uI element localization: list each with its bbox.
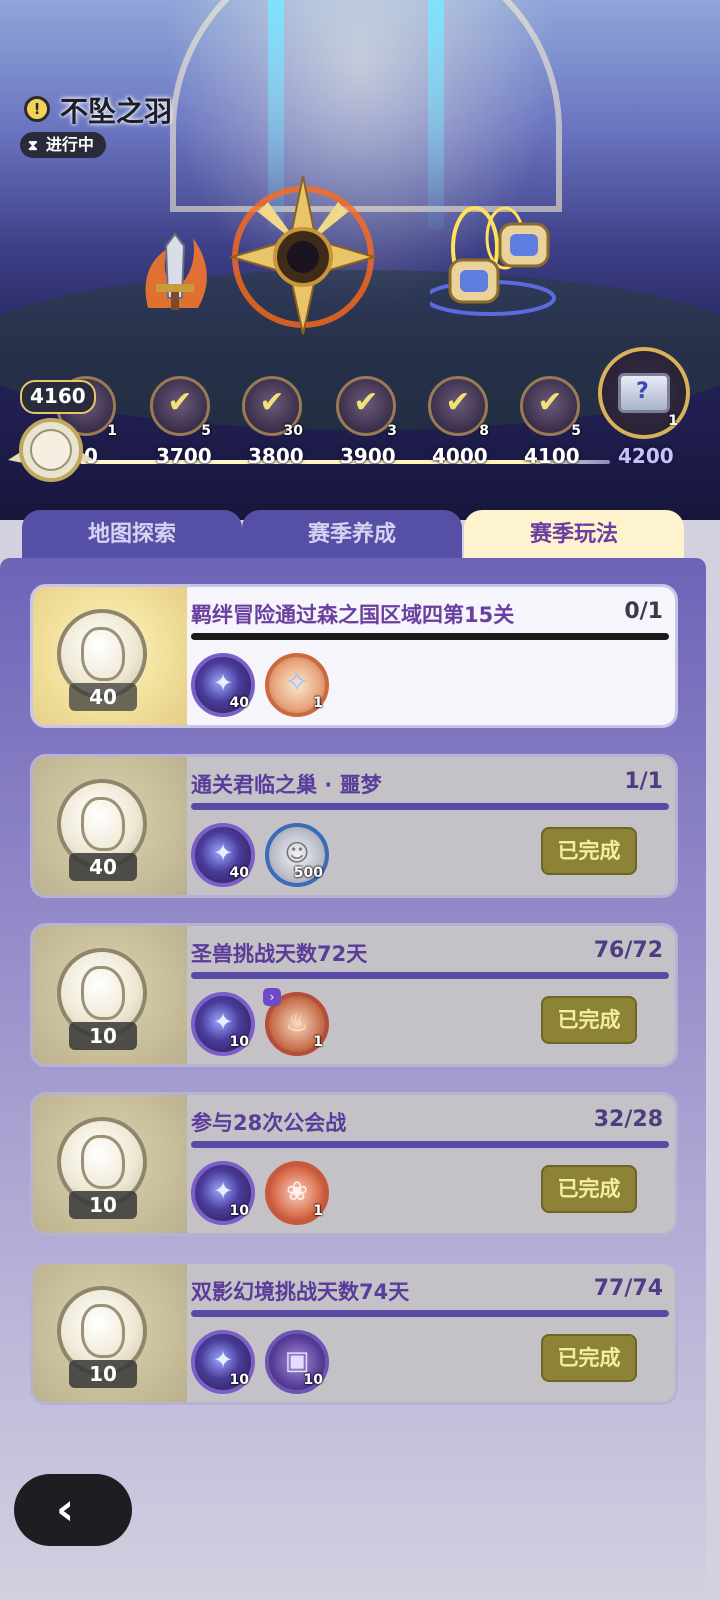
- task-title: 双影幻境挑战天数74天: [191, 1280, 410, 1304]
- reward-area: 10: [33, 926, 187, 1064]
- task-progress-bar: [191, 803, 669, 810]
- task-progress-bar: [191, 633, 669, 640]
- task-progress-bar: [191, 1310, 669, 1317]
- orb-item-icon[interactable]: ✦ 10: [191, 1330, 255, 1394]
- checkmark-icon: ✔: [167, 385, 193, 420]
- reward-node[interactable]: ✔ 5: [520, 376, 581, 439]
- points-label: 4000: [432, 444, 488, 468]
- current-points-badge: 4160: [20, 380, 96, 414]
- task-card[interactable]: 10 双影幻境挑战天数74天 77/74 ✦ 10 ▣ 10 已完成: [30, 1261, 678, 1405]
- task-progress-bar: [191, 1141, 669, 1148]
- exclamation-icon[interactable]: !: [24, 96, 50, 122]
- reward-count: 5: [201, 423, 211, 439]
- status-text: 进行中: [45, 135, 94, 154]
- item-count: 1: [313, 1034, 323, 1050]
- task-card[interactable]: 40 通关君临之巢 · 噩梦 1/1 ✦ 40 ☺ 500 已完成: [30, 754, 678, 898]
- reward-area: 10: [33, 1095, 187, 1233]
- coin-amount: 40: [69, 683, 137, 711]
- task-card[interactable]: 10 圣兽挑战天数72天 76/72 ✦ 10 ♨ 1 › 已完成: [30, 923, 678, 1067]
- book-item-icon[interactable]: ▣ 10: [265, 1330, 329, 1394]
- points-label: 3800: [248, 444, 304, 468]
- light-pillar: [428, 0, 444, 230]
- item-count: 40: [229, 695, 249, 711]
- task-progress: 32/28: [593, 1107, 663, 1132]
- star-emblem: [228, 175, 378, 335]
- task-progress: 1/1: [624, 769, 663, 794]
- reward-count: 8: [479, 423, 489, 439]
- task-progress: 0/1: [624, 599, 663, 624]
- reward-count: 3: [387, 423, 397, 439]
- task-panel: 40 羁绊冒险通过森之国区域四第15关 0/1 ✦ 40 ✧ 1 40 通关君临之巢…: [0, 558, 706, 1600]
- coin-amount: 40: [69, 853, 137, 881]
- reward-area: 10: [33, 1264, 187, 1402]
- points-label: 4200: [618, 444, 674, 468]
- coin-amount: 10: [69, 1191, 137, 1219]
- task-progress: 76/72: [593, 938, 663, 963]
- item-count: 10: [229, 1372, 249, 1388]
- reward-area: 40: [33, 587, 187, 725]
- item-count: 10: [229, 1034, 249, 1050]
- coin-amount: 10: [69, 1022, 137, 1050]
- checkmark-icon: ✔: [445, 385, 471, 420]
- sword-emblem: [145, 232, 207, 310]
- hourglass-icon: ⧗: [28, 138, 38, 154]
- completed-button[interactable]: 已完成: [541, 827, 637, 875]
- crystal-item-icon[interactable]: ✧ 1: [265, 653, 329, 717]
- event-title: 不坠之羽: [60, 95, 173, 128]
- chest-count: 1: [668, 413, 678, 429]
- task-progress-bar: [191, 972, 669, 979]
- reward-area: 40: [33, 757, 187, 895]
- tab-season-growth[interactable]: 赛季养成: [242, 510, 462, 562]
- goggles-emblem: [430, 206, 556, 316]
- completed-button[interactable]: 已完成: [541, 1334, 637, 1382]
- item-count: 10: [229, 1203, 249, 1219]
- orb-item-icon[interactable]: ✦ 40: [191, 653, 255, 717]
- task-title: 圣兽挑战天数72天: [191, 942, 368, 966]
- orb-item-icon[interactable]: ✦ 10: [191, 992, 255, 1056]
- task-progress: 77/74: [593, 1276, 663, 1301]
- checkmark-icon: ✔: [353, 385, 379, 420]
- reward-count: 30: [283, 423, 303, 439]
- tab-map-explore[interactable]: 地图探索: [22, 510, 242, 562]
- reward-node[interactable]: ✔ 8: [428, 376, 489, 439]
- task-card[interactable]: 40 羁绊冒险通过森之国区域四第15关 0/1 ✦ 40 ✧ 1: [30, 584, 678, 728]
- question-icon: ?: [636, 379, 649, 404]
- paw-item-icon[interactable]: ❀ 1: [265, 1161, 329, 1225]
- item-count: 10: [303, 1372, 323, 1388]
- completed-button[interactable]: 已完成: [541, 996, 637, 1044]
- back-button[interactable]: ‹: [14, 1474, 132, 1546]
- item-count: 40: [229, 865, 249, 881]
- points-label: 4100: [524, 444, 580, 468]
- reward-count: 1: [107, 423, 117, 439]
- reward-node[interactable]: ✔ 3: [336, 376, 397, 439]
- tab-season-gameplay[interactable]: 赛季玩法: [464, 510, 684, 562]
- reward-count: 5: [571, 423, 581, 439]
- task-title: 通关君临之巢 · 噩梦: [191, 773, 382, 797]
- checkmark-icon: ✔: [259, 385, 285, 420]
- silver-coin-item-icon[interactable]: ☺ 500: [265, 823, 329, 887]
- task-card[interactable]: 10 参与28次公会战 32/28 ✦ 10 ❀ 1 已完成: [30, 1092, 678, 1236]
- reward-node[interactable]: ✔ 5: [150, 376, 211, 439]
- status-badge: ⧗ 进行中: [20, 132, 106, 158]
- completed-button[interactable]: 已完成: [541, 1165, 637, 1213]
- current-medal-icon: [8, 418, 94, 482]
- item-count: 500: [293, 865, 323, 881]
- checkmark-icon: ✔: [537, 385, 563, 420]
- task-title: 羁绊冒险通过森之国区域四第15关: [191, 603, 515, 627]
- task-title: 参与28次公会战: [191, 1111, 347, 1135]
- points-label: 3700: [156, 444, 212, 468]
- orb-item-icon[interactable]: ✦ 10: [191, 1161, 255, 1225]
- coin-amount: 10: [69, 1360, 137, 1388]
- tab-bar: 地图探索 赛季养成 赛季玩法: [22, 510, 684, 562]
- orb-item-icon[interactable]: ✦ 40: [191, 823, 255, 887]
- points-label: 3900: [340, 444, 396, 468]
- back-arrow-icon: ‹: [56, 1484, 75, 1535]
- arrow-tag-icon: ›: [263, 988, 281, 1006]
- item-count: 1: [313, 1203, 323, 1219]
- event-banner: ! 不坠之羽 ⧗ 进行中 ✔ 1 ✔ 5 ✔ 30: [0, 0, 720, 520]
- reward-node[interactable]: ✔ 30: [242, 376, 303, 439]
- chest-reward-node[interactable]: ? 1: [598, 347, 690, 439]
- item-count: 1: [313, 695, 323, 711]
